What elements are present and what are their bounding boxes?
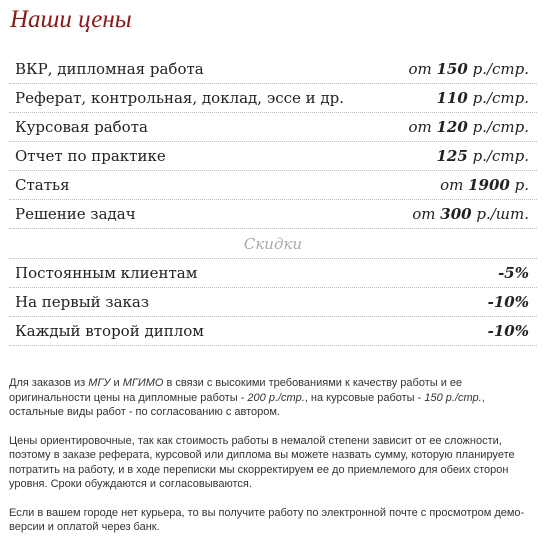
note-paragraph-1: Для заказов из МГУ и МГИМО в связи с выс… [9, 377, 485, 418]
price-row: Реферат, контрольная, доклад, эссе и др.… [9, 84, 537, 113]
discount-value: -10% [487, 322, 529, 340]
price-row: Решение задач от 300 р./шт. [9, 200, 537, 229]
note-paragraph-2: Цены ориентировочные, так как стоимость … [9, 434, 515, 491]
discount-row: Каждый второй диплом -10% [9, 317, 537, 346]
price-row: Статья от 1900 р. [9, 171, 537, 200]
service-name: Решение задач [15, 205, 136, 223]
discount-name: Каждый второй диплом [15, 322, 204, 340]
service-name: Курсовая работа [15, 118, 148, 136]
service-name: Реферат, контрольная, доклад, эссе и др. [15, 89, 345, 107]
discount-row: Постоянным клиентам -5% [9, 259, 537, 288]
service-name: Отчет по практике [15, 147, 166, 165]
discount-row: На первый заказ -10% [9, 288, 537, 317]
discounts-heading: Скидки [9, 229, 537, 259]
service-name: Статья [15, 176, 70, 194]
service-price: от 150 р./стр. [408, 60, 529, 78]
service-price: от 300 р./шт. [412, 205, 529, 223]
note-paragraph-3: Если в вашем городе нет курьера, то вы п… [9, 506, 525, 534]
discount-name: Постоянным клиентам [15, 264, 198, 282]
discount-value: -10% [487, 293, 529, 311]
service-price: от 1900 р. [440, 176, 529, 194]
service-price: 125 р./стр. [436, 147, 530, 165]
service-name: ВКР, дипломная работа [15, 60, 204, 78]
discount-name: На первый заказ [15, 293, 150, 311]
service-price: от 120 р./стр. [408, 118, 529, 136]
price-row: Отчет по практике 125 р./стр. [9, 142, 537, 171]
price-row: Курсовая работа от 120 р./стр. [9, 113, 537, 142]
notes: Для заказов из МГУ и МГИМО в связи с выс… [9, 376, 537, 549]
price-row: ВКР, дипломная работа от 150 р./стр. [9, 55, 537, 84]
price-table: ВКР, дипломная работа от 150 р./стр. Реф… [9, 55, 537, 346]
service-price: 110 р./стр. [436, 89, 530, 107]
discount-value: -5% [498, 264, 529, 282]
page-title: Наши цены [10, 6, 132, 33]
